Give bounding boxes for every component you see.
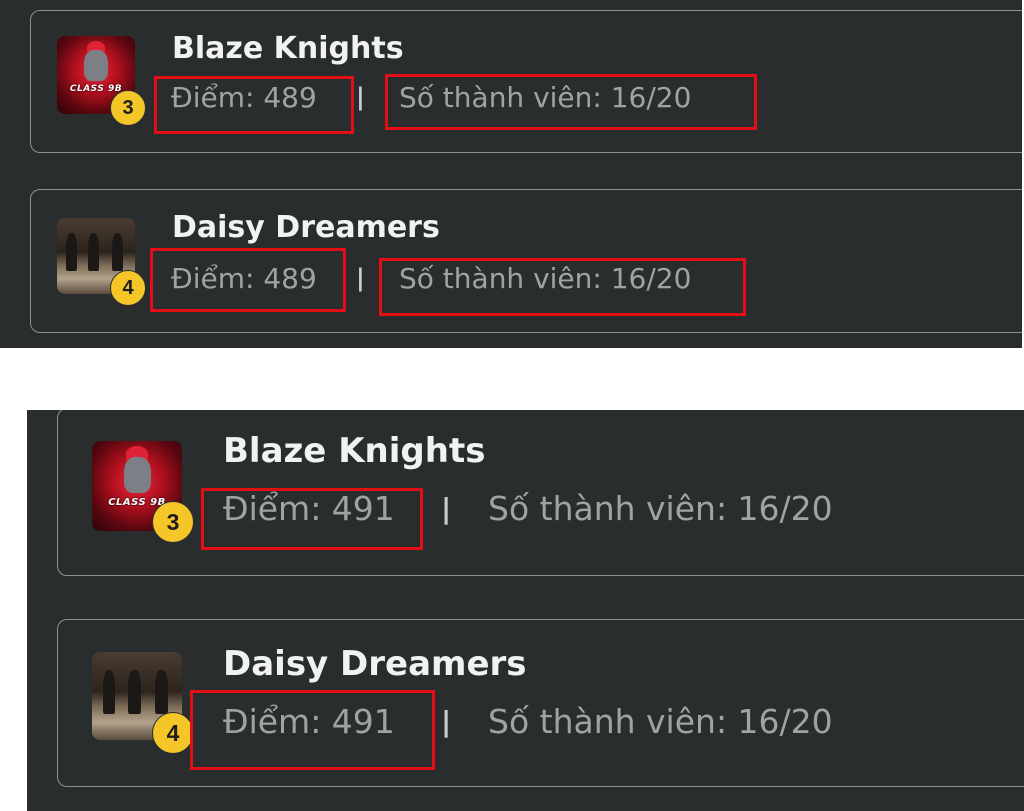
team-name: Blaze Knights (172, 31, 404, 66)
leaderboard-panel-after: CLASS 9B 3 Blaze Knights Điểm: 491 | Số … (27, 410, 1024, 811)
team-members: Số thành viên: 16/20 (488, 702, 833, 741)
stat-separator: | (356, 83, 365, 111)
team-score: Điểm: 491 (223, 489, 395, 528)
team-card-blaze-knights[interactable]: CLASS 9B 3 Blaze Knights Điểm: 489 | Số … (30, 10, 1022, 153)
team-score: Điểm: 491 (223, 702, 395, 741)
rank-badge: 3 (110, 90, 146, 126)
team-card-daisy-dreamers[interactable]: 4 Daisy Dreamers Điểm: 489 | Số thành vi… (30, 189, 1022, 333)
leaderboard-panel-before: CLASS 9B 3 Blaze Knights Điểm: 489 | Số … (0, 0, 1022, 348)
team-name: Daisy Dreamers (172, 210, 440, 245)
team-score: Điểm: 489 (171, 81, 317, 114)
rank-badge: 3 (152, 501, 194, 543)
team-members: Số thành viên: 16/20 (399, 81, 692, 114)
team-members: Số thành viên: 16/20 (488, 489, 833, 528)
team-card-daisy-dreamers[interactable]: 4 Daisy Dreamers Điểm: 491 | Số thành vi… (57, 619, 1024, 787)
team-score: Điểm: 489 (171, 262, 317, 295)
rank-badge: 4 (152, 712, 194, 754)
stat-separator: | (441, 492, 452, 525)
team-name: Blaze Knights (223, 431, 486, 471)
team-name: Daisy Dreamers (223, 644, 527, 684)
team-card-blaze-knights[interactable]: CLASS 9B 3 Blaze Knights Điểm: 491 | Số … (57, 410, 1024, 576)
rank-badge: 4 (110, 270, 146, 306)
team-members: Số thành viên: 16/20 (399, 262, 692, 295)
stat-separator: | (356, 264, 365, 292)
stat-separator: | (441, 705, 452, 738)
